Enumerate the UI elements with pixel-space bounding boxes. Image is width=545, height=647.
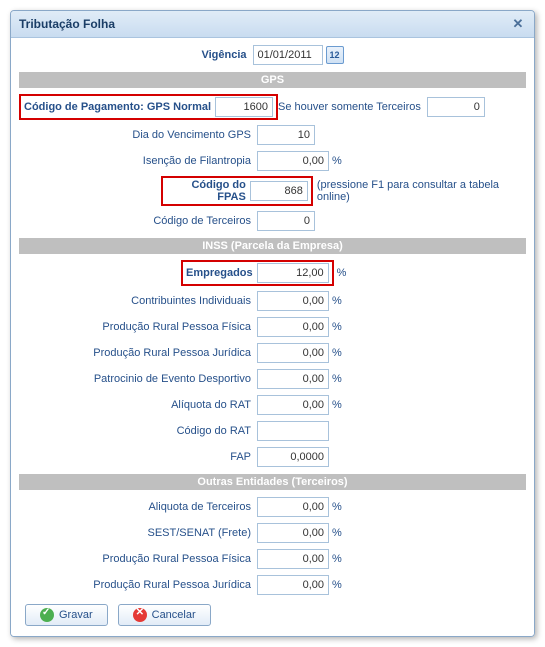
- gravar-button[interactable]: Gravar: [25, 604, 108, 626]
- calendar-icon[interactable]: 12: [326, 46, 344, 64]
- inss-prpf-input[interactable]: [257, 317, 329, 337]
- empregados-row: Empregados %: [19, 260, 526, 286]
- section-outras: Outras Entidades (Terceiros): [19, 474, 526, 490]
- vigencia-input[interactable]: [253, 45, 323, 65]
- pct: %: [332, 527, 342, 539]
- cancelar-button[interactable]: Cancelar: [118, 604, 211, 626]
- outras-prpj-row: Produção Rural Pessoa Jurídica %: [19, 574, 526, 596]
- cod-pagamento-label: Código de Pagamento: GPS Normal: [24, 101, 215, 113]
- outras-prpf-label: Produção Rural Pessoa Física: [19, 553, 257, 565]
- cod-rat-label: Código do RAT: [19, 425, 257, 437]
- cod-pagamento-highlight: Código de Pagamento: GPS Normal: [19, 94, 278, 120]
- outras-prpf-input[interactable]: [257, 549, 329, 569]
- isencao-input[interactable]: [257, 151, 329, 171]
- inss-prpf-row: Produção Rural Pessoa Física %: [19, 316, 526, 338]
- fap-input[interactable]: [257, 447, 329, 467]
- cod-terceiros-input[interactable]: [257, 211, 315, 231]
- window-title: Tributação Folha: [19, 17, 115, 31]
- aliq-terc-input[interactable]: [257, 497, 329, 517]
- fpas-row: Código do FPAS (pressione F1 para consul…: [19, 176, 526, 206]
- close-icon[interactable]: ✕: [510, 16, 526, 32]
- outras-prpj-input[interactable]: [257, 575, 329, 595]
- contrib-input[interactable]: [257, 291, 329, 311]
- cod-rat-row: Código do RAT: [19, 420, 526, 442]
- aliq-terc-label: Aliquota de Terceiros: [19, 501, 257, 513]
- outras-prpj-label: Produção Rural Pessoa Jurídica: [19, 579, 257, 591]
- isencao-label: Isenção de Filantropia: [19, 155, 257, 167]
- outras-prpf-row: Produção Rural Pessoa Física %: [19, 548, 526, 570]
- cancel-icon: [133, 608, 147, 622]
- pct: %: [332, 295, 342, 307]
- dia-venc-label: Dia do Vencimento GPS: [19, 129, 257, 141]
- gravar-label: Gravar: [59, 609, 93, 621]
- pct: %: [332, 321, 342, 333]
- fpas-highlight: Código do FPAS: [161, 176, 313, 206]
- aliq-rat-input[interactable]: [257, 395, 329, 415]
- cod-pagamento-input[interactable]: [215, 97, 273, 117]
- pct: %: [332, 399, 342, 411]
- aliq-rat-label: Alíquota do RAT: [19, 399, 257, 411]
- sest-row: SEST/SENAT (Frete) %: [19, 522, 526, 544]
- cod-rat-input[interactable]: [257, 421, 329, 441]
- pct: %: [332, 501, 342, 513]
- section-inss: INSS (Parcela da Empresa): [19, 238, 526, 254]
- button-bar: Gravar Cancelar: [19, 604, 526, 626]
- inss-prpf-label: Produção Rural Pessoa Física: [19, 321, 257, 333]
- pct: %: [332, 155, 342, 167]
- patrocinio-row: Patrocinio de Evento Desportivo %: [19, 368, 526, 390]
- aliq-terc-row: Aliquota de Terceiros %: [19, 496, 526, 518]
- sest-label: SEST/SENAT (Frete): [19, 527, 257, 539]
- inss-prpj-row: Produção Rural Pessoa Jurídica %: [19, 342, 526, 364]
- fap-label: FAP: [19, 451, 257, 463]
- pct: %: [332, 579, 342, 591]
- dia-venc-input[interactable]: [257, 125, 315, 145]
- pct: %: [332, 347, 342, 359]
- titlebar: Tributação Folha ✕: [11, 11, 534, 38]
- section-gps: GPS: [19, 72, 526, 88]
- dia-venc-row: Dia do Vencimento GPS: [19, 124, 526, 146]
- fpas-input[interactable]: [250, 181, 308, 201]
- cod-terceiros-label: Código de Terceiros: [19, 215, 257, 227]
- isencao-row: Isenção de Filantropia %: [19, 150, 526, 172]
- contrib-label: Contribuintes Individuais: [19, 295, 257, 307]
- cod-terceiros-row: Código de Terceiros: [19, 210, 526, 232]
- fpas-hint: (pressione F1 para consultar a tabela on…: [317, 179, 526, 203]
- empregados-label: Empregados: [186, 267, 257, 279]
- terceiros-input[interactable]: [427, 97, 485, 117]
- vigencia-label: Vigência: [201, 49, 252, 61]
- pct: %: [337, 267, 347, 279]
- inss-prpj-input[interactable]: [257, 343, 329, 363]
- fap-row: FAP: [19, 446, 526, 468]
- empregados-highlight: Empregados: [181, 260, 334, 286]
- patrocinio-input[interactable]: [257, 369, 329, 389]
- pct: %: [332, 553, 342, 565]
- fpas-label: Código do FPAS: [166, 179, 250, 203]
- gps-first-row: Código de Pagamento: GPS Normal Se houve…: [19, 94, 526, 120]
- patrocinio-label: Patrocinio de Evento Desportivo: [19, 373, 257, 385]
- aliq-rat-row: Alíquota do RAT %: [19, 394, 526, 416]
- empregados-input[interactable]: [257, 263, 329, 283]
- vigencia-row: Vigência 12: [19, 44, 526, 66]
- sest-input[interactable]: [257, 523, 329, 543]
- cancelar-label: Cancelar: [152, 609, 196, 621]
- window: Tributação Folha ✕ Vigência 12 GPS Códig…: [10, 10, 535, 637]
- pct: %: [332, 373, 342, 385]
- content: Vigência 12 GPS Código de Pagamento: GPS…: [11, 38, 534, 636]
- ok-icon: [40, 608, 54, 622]
- inss-prpj-label: Produção Rural Pessoa Jurídica: [19, 347, 257, 359]
- terceiros-label: Se houver somente Terceiros: [278, 101, 427, 113]
- contrib-row: Contribuintes Individuais %: [19, 290, 526, 312]
